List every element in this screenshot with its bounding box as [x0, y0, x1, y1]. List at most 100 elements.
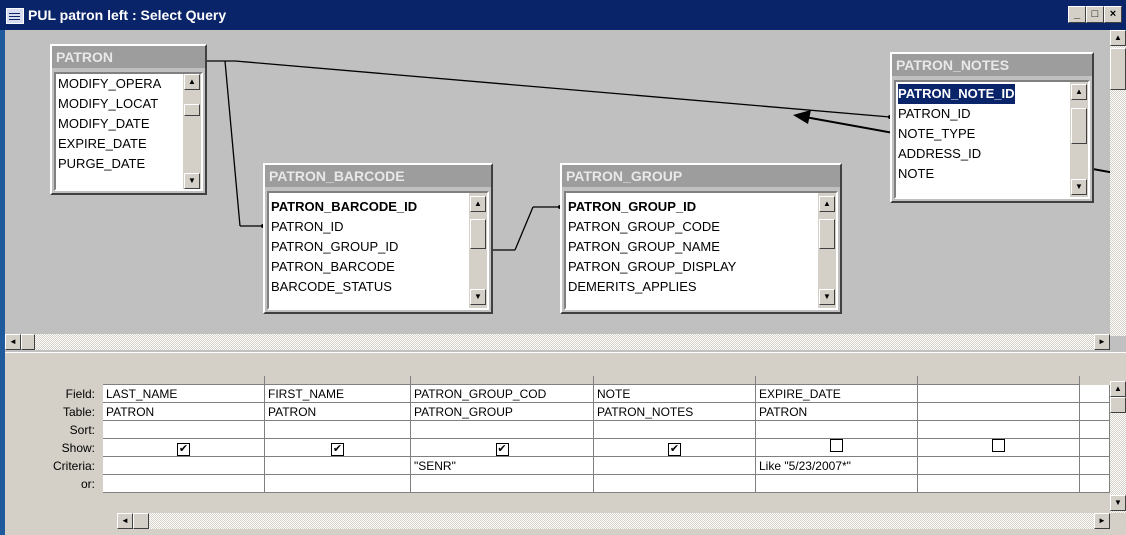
cell-field[interactable] [918, 385, 1080, 403]
cell-or[interactable] [1080, 475, 1110, 493]
field-item[interactable]: PATRON_GROUP_ID [271, 237, 398, 257]
cell-or[interactable] [265, 475, 411, 493]
field-item[interactable]: PURGE_DATE [58, 154, 145, 174]
cell-sort[interactable] [918, 421, 1080, 439]
cell-criteria[interactable]: Like "5/23/2007*" [756, 457, 918, 475]
table-patron-barcode-field-list[interactable]: PATRON_BARCODE_ID PATRON_ID PATRON_GROUP… [267, 191, 489, 310]
show-checkbox[interactable]: ✔ [177, 443, 190, 456]
design-horizontal-scrollbar[interactable]: ◄ ► [5, 334, 1110, 350]
cell-or[interactable] [103, 475, 265, 493]
minimize-button[interactable]: _ [1068, 6, 1086, 23]
show-checkbox[interactable]: ✔ [668, 443, 681, 456]
scroll-down-icon[interactable]: ▼ [470, 289, 486, 305]
cell-criteria[interactable]: "SENR" [411, 457, 594, 475]
scroll-down-icon[interactable]: ▼ [1071, 179, 1087, 195]
cell-field[interactable]: LAST_NAME [103, 385, 265, 403]
cell-table[interactable] [1080, 403, 1110, 421]
cell-field[interactable]: NOTE [594, 385, 756, 403]
show-checkbox[interactable] [992, 439, 1005, 452]
title-bar[interactable]: PUL patron left : Select Query _ □ × [0, 0, 1126, 30]
scroll-up-icon[interactable]: ▲ [184, 74, 200, 90]
cell-criteria[interactable] [265, 457, 411, 475]
cell-field[interactable]: PATRON_GROUP_COD [411, 385, 594, 403]
show-checkbox[interactable]: ✔ [331, 443, 344, 456]
grid-vertical-scrollbar[interactable]: ▲ ▼ [1110, 381, 1126, 513]
cell-criteria[interactable] [594, 457, 756, 475]
field-item[interactable]: PATRON_BARCODE [271, 257, 395, 277]
scroll-up-icon[interactable]: ▲ [1110, 30, 1126, 46]
field-item[interactable]: DEMERITS_APPLIES [568, 277, 697, 297]
field-item-selected[interactable]: PATRON_NOTE_ID [898, 84, 1015, 104]
field-item[interactable]: PATRON_GROUP_CODE [568, 217, 720, 237]
scroll-up-icon[interactable]: ▲ [470, 196, 486, 212]
scroll-left-icon[interactable]: ◄ [5, 334, 21, 350]
cell-field[interactable]: EXPIRE_DATE [756, 385, 918, 403]
column-selector[interactable] [411, 376, 594, 385]
cell-sort[interactable] [1080, 421, 1110, 439]
restore-button[interactable]: □ [1086, 6, 1104, 23]
table-patron-group-header[interactable]: PATRON_GROUP [562, 165, 840, 187]
table-patron-barcode[interactable]: PATRON_BARCODE PATRON_BARCODE_ID PATRON_… [263, 163, 493, 314]
cell-criteria[interactable] [918, 457, 1080, 475]
cell-show[interactable] [918, 439, 1080, 457]
column-selector[interactable] [918, 376, 1080, 385]
field-item[interactable]: NOTE [898, 164, 934, 184]
field-item[interactable]: PATRON_GROUP_NAME [568, 237, 720, 257]
cell-sort[interactable] [103, 421, 265, 439]
cell-or[interactable] [918, 475, 1080, 493]
field-item[interactable]: PATRON_ID [271, 217, 343, 237]
table-patron-field-list[interactable]: MODIFY_OPERA MODIFY_LOCAT MODIFY_DATE EX… [54, 72, 203, 191]
table-patron-notes-field-list[interactable]: PATRON_NOTE_ID PATRON_ID NOTE_TYPE ADDRE… [894, 80, 1090, 199]
scroll-right-icon[interactable]: ► [1094, 513, 1110, 529]
field-item[interactable]: MODIFY_DATE [58, 114, 150, 134]
scroll-thumb[interactable] [1071, 108, 1087, 144]
table-patron[interactable]: PATRON MODIFY_OPERA MODIFY_LOCAT MODIFY_… [50, 44, 207, 195]
field-item[interactable]: BARCODE_STATUS [271, 277, 392, 297]
field-item[interactable]: NOTE_TYPE [898, 124, 975, 144]
table-patron-notes-header[interactable]: PATRON_NOTES [892, 54, 1092, 76]
scroll-thumb[interactable] [470, 219, 486, 249]
show-checkbox[interactable] [830, 439, 843, 452]
table-patron-header[interactable]: PATRON [52, 46, 205, 68]
column-selector[interactable] [103, 376, 265, 385]
cell-show[interactable] [1080, 439, 1110, 457]
cell-or[interactable] [594, 475, 756, 493]
field-item-primary-key[interactable]: PATRON_BARCODE_ID [271, 197, 417, 217]
cell-table[interactable]: PATRON [265, 403, 411, 421]
cell-table[interactable]: PATRON [103, 403, 265, 421]
scroll-thumb[interactable] [184, 104, 200, 116]
scroll-down-icon[interactable]: ▼ [184, 173, 200, 189]
scroll-down-icon[interactable]: ▼ [819, 289, 835, 305]
column-selector[interactable] [594, 376, 756, 385]
cell-show[interactable] [756, 439, 918, 457]
field-item[interactable]: MODIFY_OPERA [58, 74, 161, 94]
cell-field[interactable]: FIRST_NAME [265, 385, 411, 403]
cell-table[interactable]: PATRON_NOTES [594, 403, 756, 421]
table-patron-group-field-list[interactable]: PATRON_GROUP_ID PATRON_GROUP_CODE PATRON… [564, 191, 838, 310]
field-item[interactable]: PATRON_GROUP_DISPLAY [568, 257, 736, 277]
field-item[interactable]: MODIFY_LOCAT [58, 94, 158, 114]
scroll-up-icon[interactable]: ▲ [1071, 84, 1087, 100]
scroll-left-icon[interactable]: ◄ [117, 513, 133, 529]
field-list-scrollbar[interactable]: ▲ ▼ [183, 74, 201, 189]
field-list-scrollbar[interactable]: ▲ ▼ [818, 193, 836, 308]
cell-field[interactable] [1080, 385, 1110, 403]
scroll-thumb[interactable] [819, 219, 835, 249]
column-selector[interactable] [756, 376, 918, 385]
cell-show[interactable]: ✔ [594, 439, 756, 457]
field-list-scrollbar[interactable]: ▲ ▼ [469, 193, 487, 308]
field-item[interactable]: ADDRESS_ID [898, 144, 981, 164]
grid-horizontal-scrollbar[interactable]: ◄ ► [117, 513, 1110, 529]
table-patron-group[interactable]: PATRON_GROUP PATRON_GROUP_ID PATRON_GROU… [560, 163, 842, 314]
cell-or[interactable] [756, 475, 918, 493]
scroll-thumb[interactable] [21, 334, 35, 350]
scroll-right-icon[interactable]: ► [1094, 334, 1110, 350]
cell-show[interactable]: ✔ [411, 439, 594, 457]
cell-sort[interactable] [756, 421, 918, 439]
scroll-thumb[interactable] [1110, 397, 1126, 413]
field-item-primary-key[interactable]: PATRON_GROUP_ID [568, 197, 696, 217]
show-checkbox[interactable]: ✔ [495, 443, 509, 456]
design-vertical-scrollbar[interactable]: ▲ [1110, 30, 1126, 336]
cell-table[interactable]: PATRON [756, 403, 918, 421]
cell-sort[interactable] [411, 421, 594, 439]
